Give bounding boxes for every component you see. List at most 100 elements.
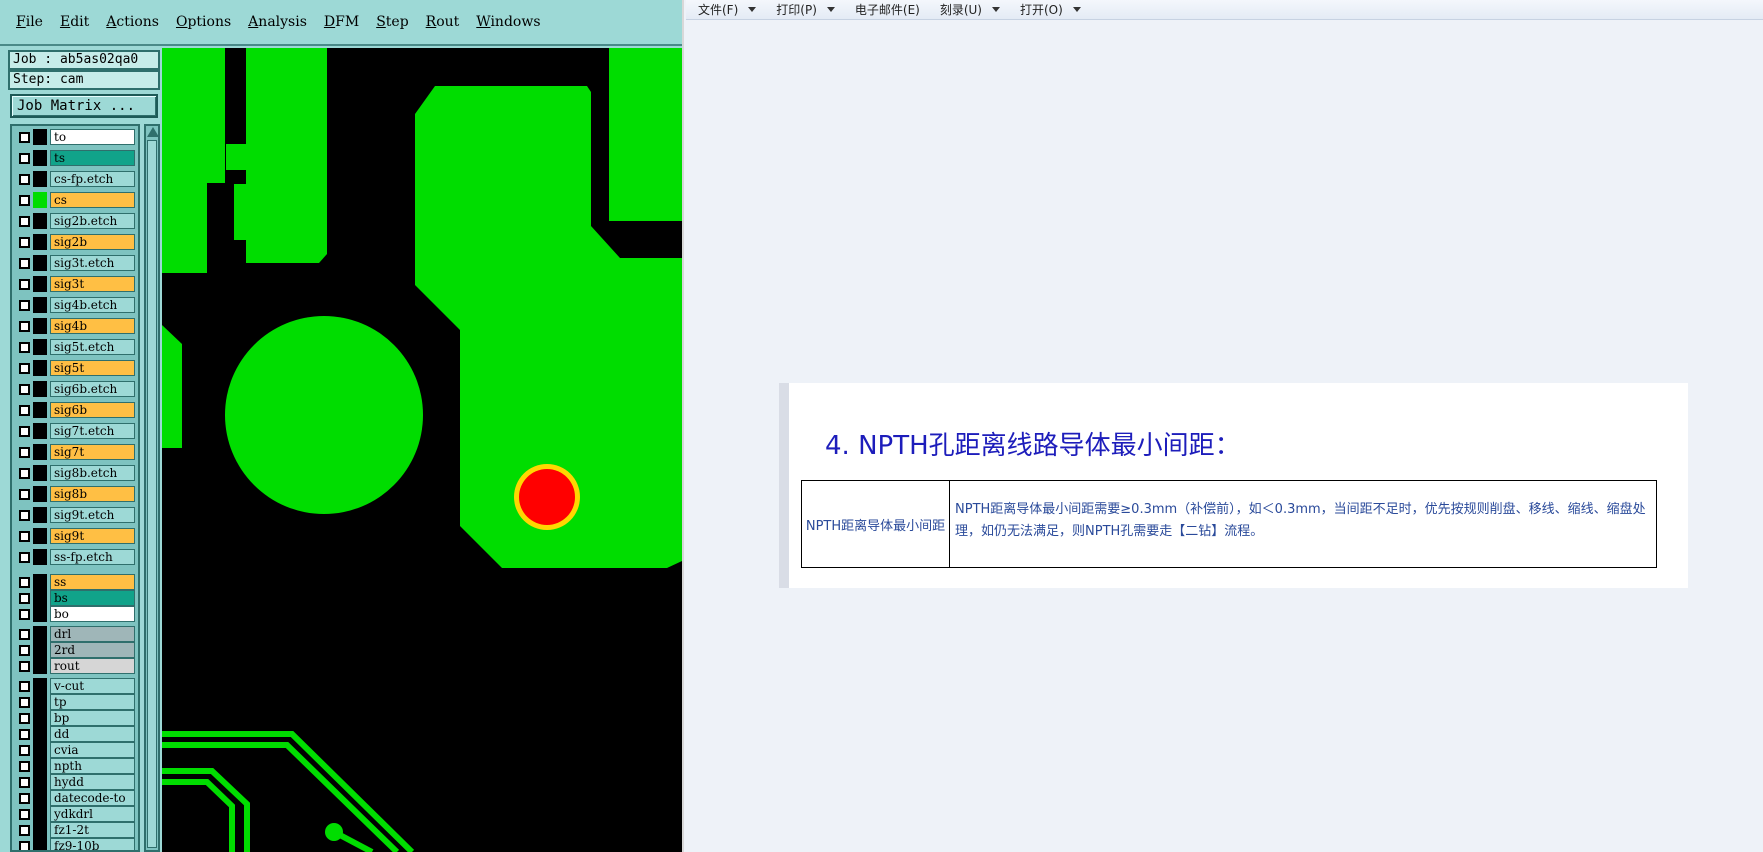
layer-name[interactable]: sig5t (50, 360, 135, 376)
layer-row-sig8b[interactable]: sig8b (14, 486, 138, 502)
layer-row-fz1-2t[interactable]: fz1-2t (14, 822, 138, 838)
layer-checkbox[interactable] (19, 174, 30, 185)
scroll-up-arrow-icon[interactable] (147, 127, 159, 137)
layer-row-ydkdrl[interactable]: ydkdrl (14, 806, 138, 822)
layer-row-hydd[interactable]: hydd (14, 774, 138, 790)
layer-name[interactable]: sig3t.etch (50, 255, 135, 271)
layer-color-swatch[interactable] (33, 318, 47, 334)
job-matrix-button[interactable]: Job Matrix ... (10, 94, 158, 118)
layer-name[interactable]: to (50, 129, 135, 145)
layer-checkbox[interactable] (19, 661, 30, 672)
layer-checkbox[interactable] (19, 510, 30, 521)
layer-checkbox[interactable] (19, 405, 30, 416)
layer-name[interactable]: hydd (50, 774, 135, 790)
layer-checkbox[interactable] (19, 681, 30, 692)
layer-color-swatch[interactable] (33, 213, 47, 229)
layer-color-swatch[interactable] (33, 234, 47, 250)
layer-color-swatch[interactable] (33, 642, 47, 658)
layer-color-swatch[interactable] (33, 381, 47, 397)
layer-checkbox[interactable] (19, 426, 30, 437)
layer-checkbox[interactable] (19, 645, 30, 656)
layer-row-dd[interactable]: dd (14, 726, 138, 742)
layer-row-to[interactable]: to (14, 129, 138, 145)
layer-name[interactable]: bs (50, 590, 135, 606)
layer-name[interactable]: dd (50, 726, 135, 742)
layer-color-swatch[interactable] (33, 678, 47, 694)
layer-color-swatch[interactable] (33, 486, 47, 502)
layer-checkbox[interactable] (19, 629, 30, 640)
layer-name[interactable]: sig4b (50, 318, 135, 334)
layer-row-bo[interactable]: bo (14, 606, 138, 622)
layer-color-swatch[interactable] (33, 339, 47, 355)
layer-name[interactable]: tp (50, 694, 135, 710)
layer-checkbox[interactable] (19, 258, 30, 269)
layer-row-sig5t[interactable]: sig5t (14, 360, 138, 376)
layer-row-rout[interactable]: rout (14, 658, 138, 674)
layer-name[interactable]: v-cut (50, 678, 135, 694)
layer-name[interactable]: drl (50, 626, 135, 642)
layer-checkbox[interactable] (19, 321, 30, 332)
layer-name[interactable]: sig3t (50, 276, 135, 292)
menu-edit[interactable]: Edit (60, 14, 89, 30)
layer-checkbox[interactable] (19, 363, 30, 374)
menu-step[interactable]: Step (376, 14, 408, 30)
layer-name[interactable]: sig7t.etch (50, 423, 135, 439)
layer-checkbox[interactable] (19, 697, 30, 708)
layer-checkbox[interactable] (19, 468, 30, 479)
layer-row-sig2b.etch[interactable]: sig2b.etch (14, 213, 138, 229)
toolbar-item-0[interactable]: 文件(F) (698, 1, 757, 18)
layer-row-v-cut[interactable]: v-cut (14, 678, 138, 694)
layer-color-swatch[interactable] (33, 360, 47, 376)
layer-checkbox[interactable] (19, 729, 30, 740)
dropdown-arrow-icon[interactable] (1072, 7, 1081, 12)
layer-name[interactable]: fz9-10b (50, 838, 135, 850)
layer-color-swatch[interactable] (33, 742, 47, 758)
layer-color-swatch[interactable] (33, 590, 47, 606)
layer-color-swatch[interactable] (33, 402, 47, 418)
layer-name[interactable]: ss-fp.etch (50, 549, 135, 565)
layer-row-ss-fp.etch[interactable]: ss-fp.etch (14, 549, 138, 565)
layer-row-sig3t[interactable]: sig3t (14, 276, 138, 292)
layer-name[interactable]: 2rd (50, 642, 135, 658)
layer-color-swatch[interactable] (33, 255, 47, 271)
layer-row-sig8b.etch[interactable]: sig8b.etch (14, 465, 138, 481)
layer-row-2rd[interactable]: 2rd (14, 642, 138, 658)
layer-name[interactable]: cvia (50, 742, 135, 758)
layer-checkbox[interactable] (19, 552, 30, 563)
layer-color-swatch[interactable] (33, 606, 47, 622)
layer-row-drl[interactable]: drl (14, 626, 138, 642)
layer-color-swatch[interactable] (33, 507, 47, 523)
layer-row-sig9t[interactable]: sig9t (14, 528, 138, 544)
layer-checkbox[interactable] (19, 777, 30, 788)
layer-color-swatch[interactable] (33, 549, 47, 565)
layer-name[interactable]: datecode-to (50, 790, 135, 806)
menu-file[interactable]: File (16, 14, 43, 30)
layer-row-datecode-to[interactable]: datecode-to (14, 790, 138, 806)
menu-analysis[interactable]: Analysis (248, 14, 307, 30)
layer-checkbox[interactable] (19, 793, 30, 804)
layer-checkbox[interactable] (19, 841, 30, 850)
layer-color-swatch[interactable] (33, 822, 47, 838)
layer-row-ts[interactable]: ts (14, 150, 138, 166)
layer-checkbox[interactable] (19, 300, 30, 311)
layer-name[interactable]: sig9t (50, 528, 135, 544)
layer-row-sig6b[interactable]: sig6b (14, 402, 138, 418)
layer-checkbox[interactable] (19, 447, 30, 458)
layer-row-ss[interactable]: ss (14, 574, 138, 590)
layer-row-tp[interactable]: tp (14, 694, 138, 710)
layer-row-cvia[interactable]: cvia (14, 742, 138, 758)
toolbar-item-2[interactable]: 电子邮件(E) (855, 1, 920, 18)
layer-color-swatch[interactable] (33, 710, 47, 726)
layer-name[interactable]: ts (50, 150, 135, 166)
layer-checkbox[interactable] (19, 593, 30, 604)
layer-row-sig7t.etch[interactable]: sig7t.etch (14, 423, 138, 439)
layer-row-sig2b[interactable]: sig2b (14, 234, 138, 250)
layer-color-swatch[interactable] (33, 626, 47, 642)
layer-row-sig4b[interactable]: sig4b (14, 318, 138, 334)
layer-name[interactable]: sig5t.etch (50, 339, 135, 355)
layer-row-cs[interactable]: cs (14, 192, 138, 208)
dropdown-arrow-icon[interactable] (748, 7, 757, 12)
layer-row-sig9t.etch[interactable]: sig9t.etch (14, 507, 138, 523)
layer-checkbox[interactable] (19, 237, 30, 248)
layer-row-bp[interactable]: bp (14, 710, 138, 726)
